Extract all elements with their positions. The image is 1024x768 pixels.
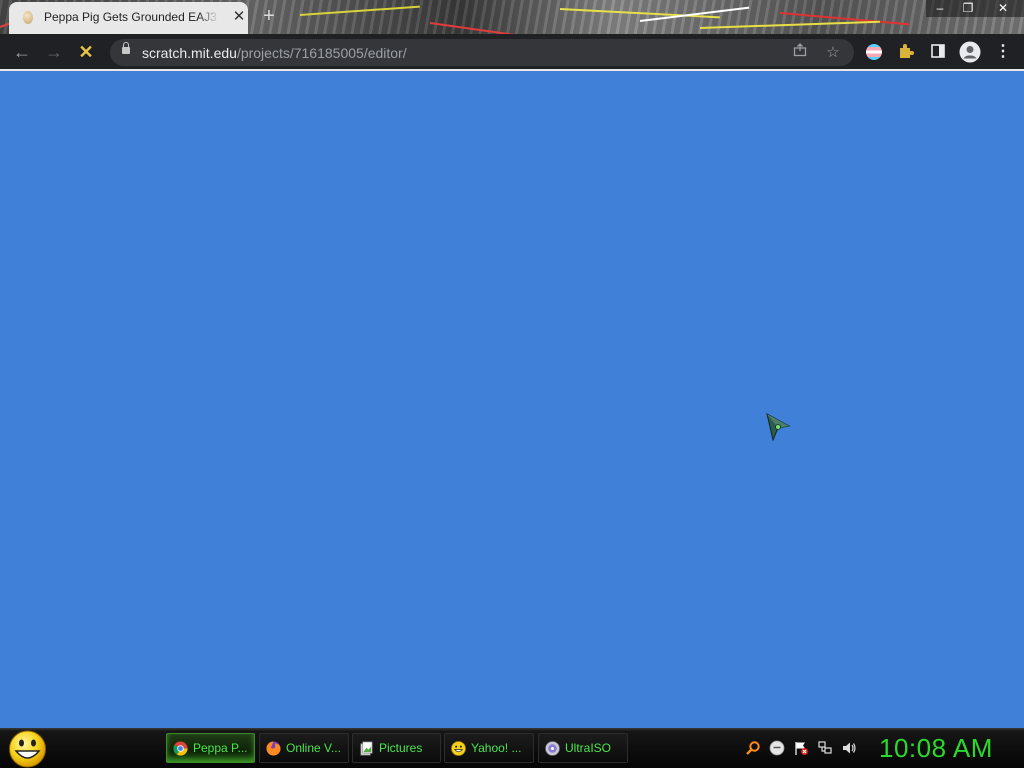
address-bar[interactable]: scratch.mit.edu/projects/716185005/edito… (110, 39, 854, 66)
ultraiso-icon (545, 741, 560, 756)
wallpaper-paint-stroke (299, 5, 420, 16)
puzzle-extensions-icon[interactable] (897, 43, 915, 61)
taskbar-item-pictures[interactable]: Pictures (352, 733, 441, 763)
taskbar-item-firefox[interactable]: Online V... (259, 733, 349, 763)
firefox-icon (266, 741, 281, 756)
taskbar-item-label: Pictures (379, 741, 423, 755)
url-host: scratch.mit.edu (142, 45, 237, 61)
side-panel-icon[interactable] (929, 43, 947, 61)
tab-title: Peppa Pig Gets Grounded EAJ3 ( (44, 10, 219, 24)
action-center-flag-icon[interactable] (793, 740, 809, 756)
stop-loading-button[interactable]: ✕ (74, 40, 98, 64)
wallpaper-paint-stroke (699, 20, 880, 29)
restore-button[interactable]: ❐ (954, 0, 982, 17)
more-menu-icon[interactable]: ⋮ (994, 43, 1012, 61)
new-tab-button[interactable]: + (259, 6, 279, 26)
page-content[interactable] (0, 71, 1024, 728)
star-icon[interactable]: ☆ (823, 43, 843, 63)
taskbar-item-ultraiso[interactable]: UltraISO (538, 733, 628, 763)
taskbar-item-label: Yahoo! ... (471, 741, 522, 755)
screen: Peppa Pig Gets Grounded EAJ3 ( ✕ + – ❐ ✕… (0, 0, 1024, 768)
forward-button[interactable]: → (42, 40, 66, 64)
network-icon[interactable] (817, 740, 833, 756)
taskbar-item-label: Peppa P... (193, 741, 248, 755)
taskbar-item-chrome[interactable]: Peppa P... (166, 733, 255, 763)
tab-favicon-icon (23, 11, 33, 24)
start-button-smiley-icon[interactable] (8, 729, 47, 768)
minimize-button[interactable]: – (926, 0, 954, 17)
pride-flag-extension-icon[interactable] (865, 43, 883, 61)
back-button[interactable]: ← (10, 40, 34, 64)
profile-icon[interactable] (959, 41, 981, 63)
taskbar: Peppa P... Online V... Pictures Yahoo! .… (0, 728, 1024, 768)
chrome-icon (173, 741, 188, 756)
taskbar-item-yahoo[interactable]: Yahoo! ... (444, 733, 534, 763)
wallpaper-paint-stroke (429, 22, 520, 34)
taskbar-item-label: UltraISO (565, 741, 612, 755)
taskbar-clock[interactable]: 10:08 AM (879, 733, 993, 764)
taskbar-item-label: Online V... (286, 741, 341, 755)
browser-tab-active[interactable]: Peppa Pig Gets Grounded EAJ3 ( ✕ (9, 2, 248, 34)
browser-tab-strip: Peppa Pig Gets Grounded EAJ3 ( ✕ + – ❐ ✕ (0, 0, 1024, 34)
pictures-folder-icon (360, 741, 373, 756)
share-icon[interactable] (790, 43, 810, 63)
search-icon[interactable] (745, 740, 761, 756)
tab-close-icon[interactable]: ✕ (231, 9, 247, 25)
yahoo-messenger-icon (451, 741, 466, 756)
browser-toolbar: ← → ✕ scratch.mit.edu/projects/716185005… (0, 34, 1024, 70)
messenger-icon[interactable] (769, 740, 785, 756)
mouse-cursor-icon (766, 413, 791, 442)
lock-icon[interactable] (122, 42, 130, 54)
close-window-button[interactable]: ✕ (982, 0, 1024, 17)
url-path: /projects/716185005/editor/ (236, 45, 407, 61)
volume-icon[interactable] (841, 740, 857, 756)
address-url[interactable]: scratch.mit.edu/projects/716185005/edito… (142, 45, 407, 61)
